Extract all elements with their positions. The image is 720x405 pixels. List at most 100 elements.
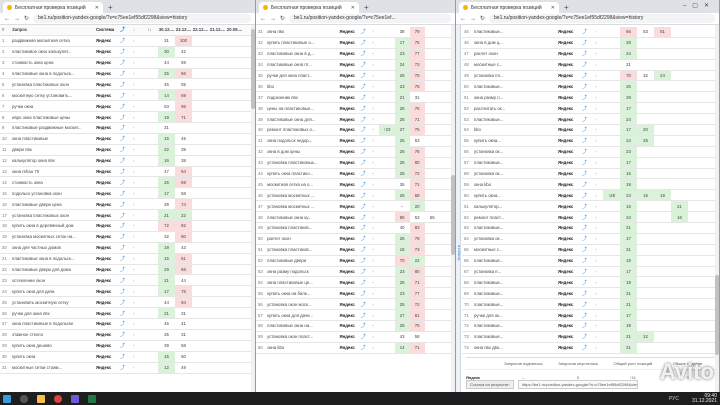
table-row[interactable]: 3 стоимость окна цена Яндекс ⤴ › 44 59 (0, 58, 255, 69)
chart-icon[interactable]: ⤴ (118, 297, 131, 307)
chart-icon[interactable]: ⤴ (118, 123, 131, 133)
expand-icon[interactable]: › (131, 90, 141, 100)
chart-icon[interactable]: ⤴ (118, 243, 131, 253)
chart-icon[interactable]: ⤴ (359, 169, 371, 179)
expand-icon[interactable]: › (131, 286, 141, 296)
expand-icon[interactable]: › (370, 299, 379, 309)
query-cell[interactable]: пластиковые двери для дома (10, 265, 94, 275)
chart-icon[interactable]: ⤴ (359, 343, 371, 353)
query-cell[interactable]: цены на пластиковые... (265, 103, 337, 113)
query-cell[interactable]: установка пластиковых... (265, 158, 337, 168)
reload-icon[interactable]: ↻ (480, 15, 485, 22)
query-cell[interactable]: окна разму п... (472, 92, 556, 102)
expand-icon[interactable]: › (370, 114, 379, 124)
query-cell[interactable]: ремонт пластиковых о... (265, 125, 337, 135)
table-row[interactable]: 74 окна пвх дво... Яндекс ⤴ › 21 (462, 342, 719, 354)
expand-icon[interactable]: › (593, 147, 603, 157)
table-row[interactable]: 43 установка пластиковых... Яндекс ⤴ › 26 80 (256, 157, 455, 169)
query-cell[interactable]: пластиковые... (472, 288, 556, 298)
query-cell[interactable]: установка окон моск... (265, 299, 337, 309)
table-row[interactable]: 52 пластиковые двери Яндекс ⤴ › 70 22 (256, 255, 455, 267)
expand-icon[interactable]: › (370, 310, 379, 320)
browser-tab[interactable]: Бесплатная проверка позиций ✕ (459, 2, 559, 13)
query-cell[interactable]: установить москитную сетку (10, 297, 94, 307)
chart-icon[interactable]: ⤴ (118, 69, 131, 79)
close-tab-icon[interactable]: ✕ (551, 5, 555, 11)
query-cell[interactable]: пластиковые... (472, 332, 556, 342)
query-cell[interactable]: установка москитных сеток на... (10, 232, 94, 242)
expand-icon[interactable]: › (370, 81, 379, 91)
chart-icon[interactable]: ⤴ (580, 245, 593, 255)
query-cell[interactable]: пластиковые окна на... (265, 321, 337, 331)
chart-icon[interactable]: ⤴ (118, 177, 131, 187)
chart-icon[interactable]: ⤴ (118, 275, 131, 285)
expand-icon[interactable]: › (131, 352, 141, 362)
table-row[interactable]: 59 установка окон пласт... Яндекс ⤴ › 43 58 (256, 332, 455, 343)
chart-icon[interactable]: ⤴ (118, 112, 131, 122)
back-icon[interactable]: ← (460, 16, 466, 22)
expand-icon[interactable]: › (370, 212, 379, 222)
expand-icon[interactable]: › (370, 321, 379, 331)
query-cell[interactable]: установка москитных ... (265, 190, 337, 200)
query-cell[interactable]: пластиковые... (472, 27, 556, 37)
query-cell[interactable]: ручки окна (10, 101, 94, 111)
query-cell[interactable]: подоконник пвх (265, 92, 337, 102)
query-cell[interactable]: установка окон пласт... (265, 332, 337, 342)
expand-icon[interactable]: › (370, 277, 379, 287)
expand-icon[interactable]: › (131, 308, 141, 318)
table-row[interactable]: 64 установка ок... Яндекс ⤴ › 17 (462, 233, 719, 245)
expand-icon[interactable]: › (593, 288, 603, 298)
table-row[interactable]: 12 калькулятор окна пвх Яндекс ⤴ › 16 38 (0, 155, 255, 167)
chart-icon[interactable]: ⤴ (580, 343, 593, 353)
table-row[interactable]: 69 пластиковые... Яндекс ⤴ › 21 (462, 288, 719, 300)
table-row[interactable]: 21 пластиковые окна в подольск... Яндекс ⤴ ›… (0, 253, 255, 265)
table-row[interactable]: 46 окна в дом ц... Яндекс ⤴ › 28 (462, 37, 719, 49)
table-row[interactable]: 55 купить окна... Яндекс ⤴ › 24 25 (462, 135, 719, 147)
table-row[interactable]: 68 пластиковые... Яндекс ⤴ › 19 (462, 277, 719, 289)
table-row[interactable]: 48 пластиковые окна ку... Яндекс ⤴ › 86 53 55 (256, 212, 455, 224)
chart-icon[interactable]: ⤴ (359, 256, 371, 266)
query-cell[interactable]: купить окна для дачи (10, 286, 94, 296)
back-icon[interactable]: ← (260, 16, 266, 22)
chart-icon[interactable]: ⤴ (118, 58, 131, 68)
chart-icon[interactable]: ⤴ (580, 267, 593, 277)
query-cell[interactable]: пластиковое окно калькулят... (10, 47, 94, 57)
table-row[interactable]: 34 пластиковые окна пт... Яндекс ⤴ › 24 73 (256, 59, 455, 71)
chart-icon[interactable]: ⤴ (118, 221, 131, 231)
table-row[interactable]: 17 установка пластиковых окон Яндекс ⤴ › 21 22 (0, 210, 255, 222)
table-row[interactable]: 50 пластиковые... Яндекс ⤴ › 26 (462, 81, 719, 93)
table-row[interactable]: 4 пластиковые окна в подольск... Яндекс ⤴ › 2… (0, 68, 255, 80)
expand-icon[interactable]: › (593, 212, 603, 222)
table-row[interactable]: 26 ручки для окна пвх Яндекс ⤴ › 21 31 (0, 308, 255, 320)
query-cell[interactable]: пластиковые... (472, 158, 556, 168)
chart-icon[interactable]: ⤴ (118, 188, 131, 198)
table-row[interactable]: 41 окна подольск недор... Яндекс ⤴ › 25 53 (256, 135, 455, 147)
query-cell[interactable]: окна в дом цены (265, 147, 337, 157)
table-row[interactable]: 60 купить окна... Яндекс ⤴ › ↑28 23 16 19 (462, 190, 719, 202)
table-row[interactable]: 53 пластиковые... Яндекс ⤴ › 24 (462, 114, 719, 126)
chart-icon[interactable]: ⤴ (359, 234, 371, 244)
chart-icon[interactable]: ⤴ (359, 136, 371, 146)
table-row[interactable]: 13 окна rehau 70 Яндекс ⤴ › 47 94 (0, 166, 255, 178)
table-row[interactable]: 37 подоконник пвх Яндекс ⤴ › 21 31 (256, 92, 455, 104)
query-cell[interactable]: установка пластиковых окон (10, 79, 94, 89)
query-cell[interactable]: установка ок... (472, 147, 556, 157)
chart-icon[interactable]: ⤴ (359, 321, 371, 331)
chart-icon[interactable]: ⤴ (118, 210, 131, 220)
table-row[interactable]: 31 окна пвх Яндекс ⤴ › 38 79 (256, 27, 455, 38)
query-cell[interactable]: пластиковые... (472, 81, 556, 91)
table-row[interactable]: 47 установка москитных ... Яндекс ⤴ › –20 (256, 201, 455, 213)
table-row[interactable]: 55 купить окна на балк... Яндекс ⤴ › 23 77 (256, 288, 455, 300)
expand-icon[interactable]: › (370, 92, 379, 102)
table-row[interactable]: 19 установка москитных сеток на... Яндекс ⤴… (0, 231, 255, 243)
url-field[interactable]: be1.ru/position-yandex-google/?s=c75ee1e… (489, 14, 715, 23)
chart-icon[interactable]: ⤴ (580, 38, 593, 48)
query-cell[interactable]: установка москитных ... (265, 201, 337, 211)
query-cell[interactable]: окна kbo (265, 343, 337, 353)
expand-icon[interactable]: › (370, 201, 379, 211)
query-cell[interactable]: расчет окон (472, 49, 556, 59)
query-cell[interactable]: установка пластиков... (265, 223, 337, 233)
query-cell[interactable]: остекление окон (10, 275, 94, 285)
expand-icon[interactable]: › (370, 179, 379, 189)
table-row[interactable]: 49 установка пл... Яндекс ⤴ › 70 32 24 (462, 70, 719, 82)
